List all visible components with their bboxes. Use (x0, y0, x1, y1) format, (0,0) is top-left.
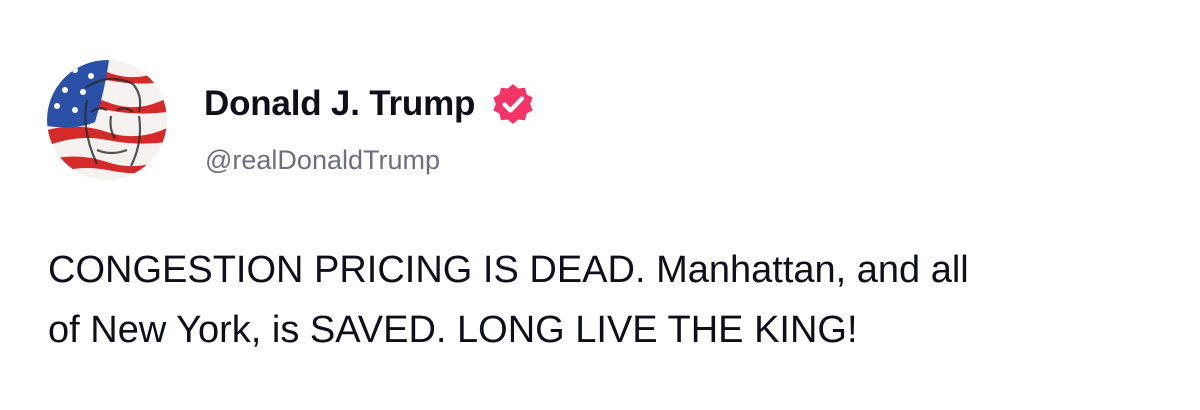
author-handle[interactable]: @realDonaldTrump (205, 145, 440, 176)
post-body-line: CONGESTION PRICING IS DEAD. Manhattan, a… (48, 249, 969, 291)
post-body: CONGESTION PRICING IS DEAD. Manhattan, a… (48, 240, 1168, 360)
post-body-line: of New York, is SAVED. LONG LIVE THE KIN… (48, 309, 858, 351)
flag-portrait-avatar-icon (47, 60, 167, 180)
post-card: Donald J. Trump @realDonaldTrump CONGEST… (0, 0, 1200, 410)
author-name-row: Donald J. Trump (204, 80, 537, 128)
avatar[interactable] (47, 60, 167, 180)
author-display-name[interactable]: Donald J. Trump (204, 84, 475, 124)
verified-badge-icon (489, 80, 537, 128)
